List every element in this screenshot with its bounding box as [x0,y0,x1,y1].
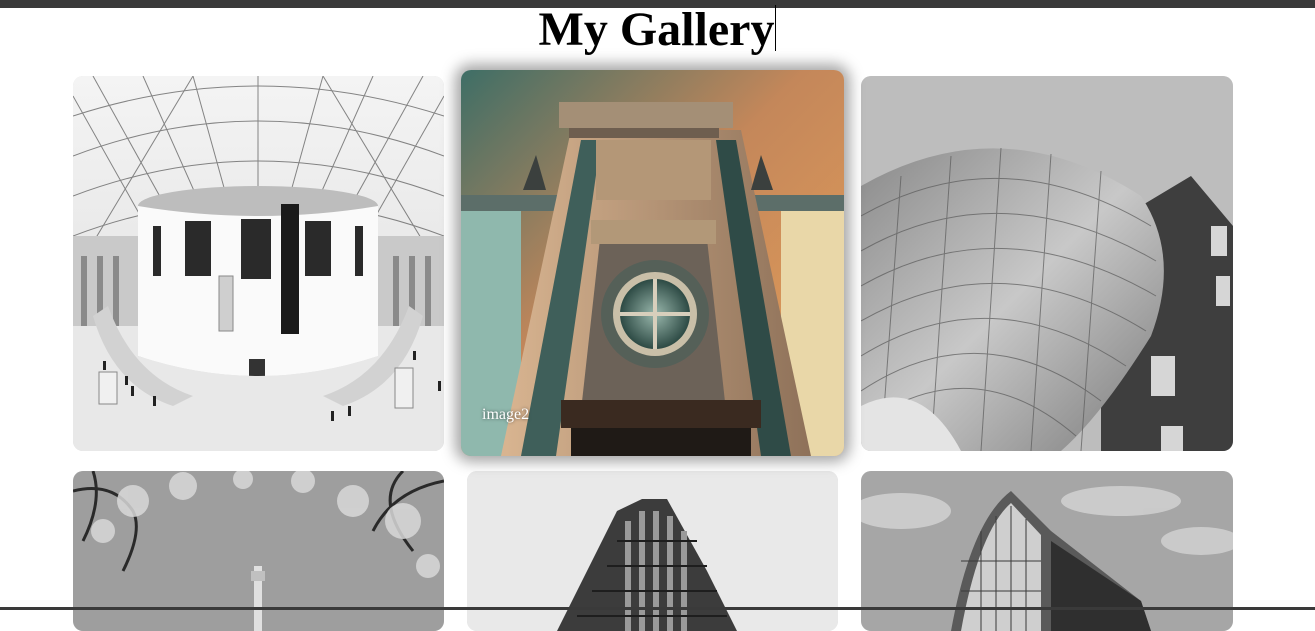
gallery-image-2[interactable]: image2 [461,70,844,456]
atrium-photo [73,76,444,451]
text-cursor [775,5,777,51]
image-caption: image2 [482,406,530,423]
gallery-image-3[interactable] [861,76,1233,451]
facade-photo [461,70,844,456]
page-title: My Gallery [538,3,777,56]
curved-facade-photo [861,76,1233,451]
gallery-image-1[interactable] [73,76,444,451]
